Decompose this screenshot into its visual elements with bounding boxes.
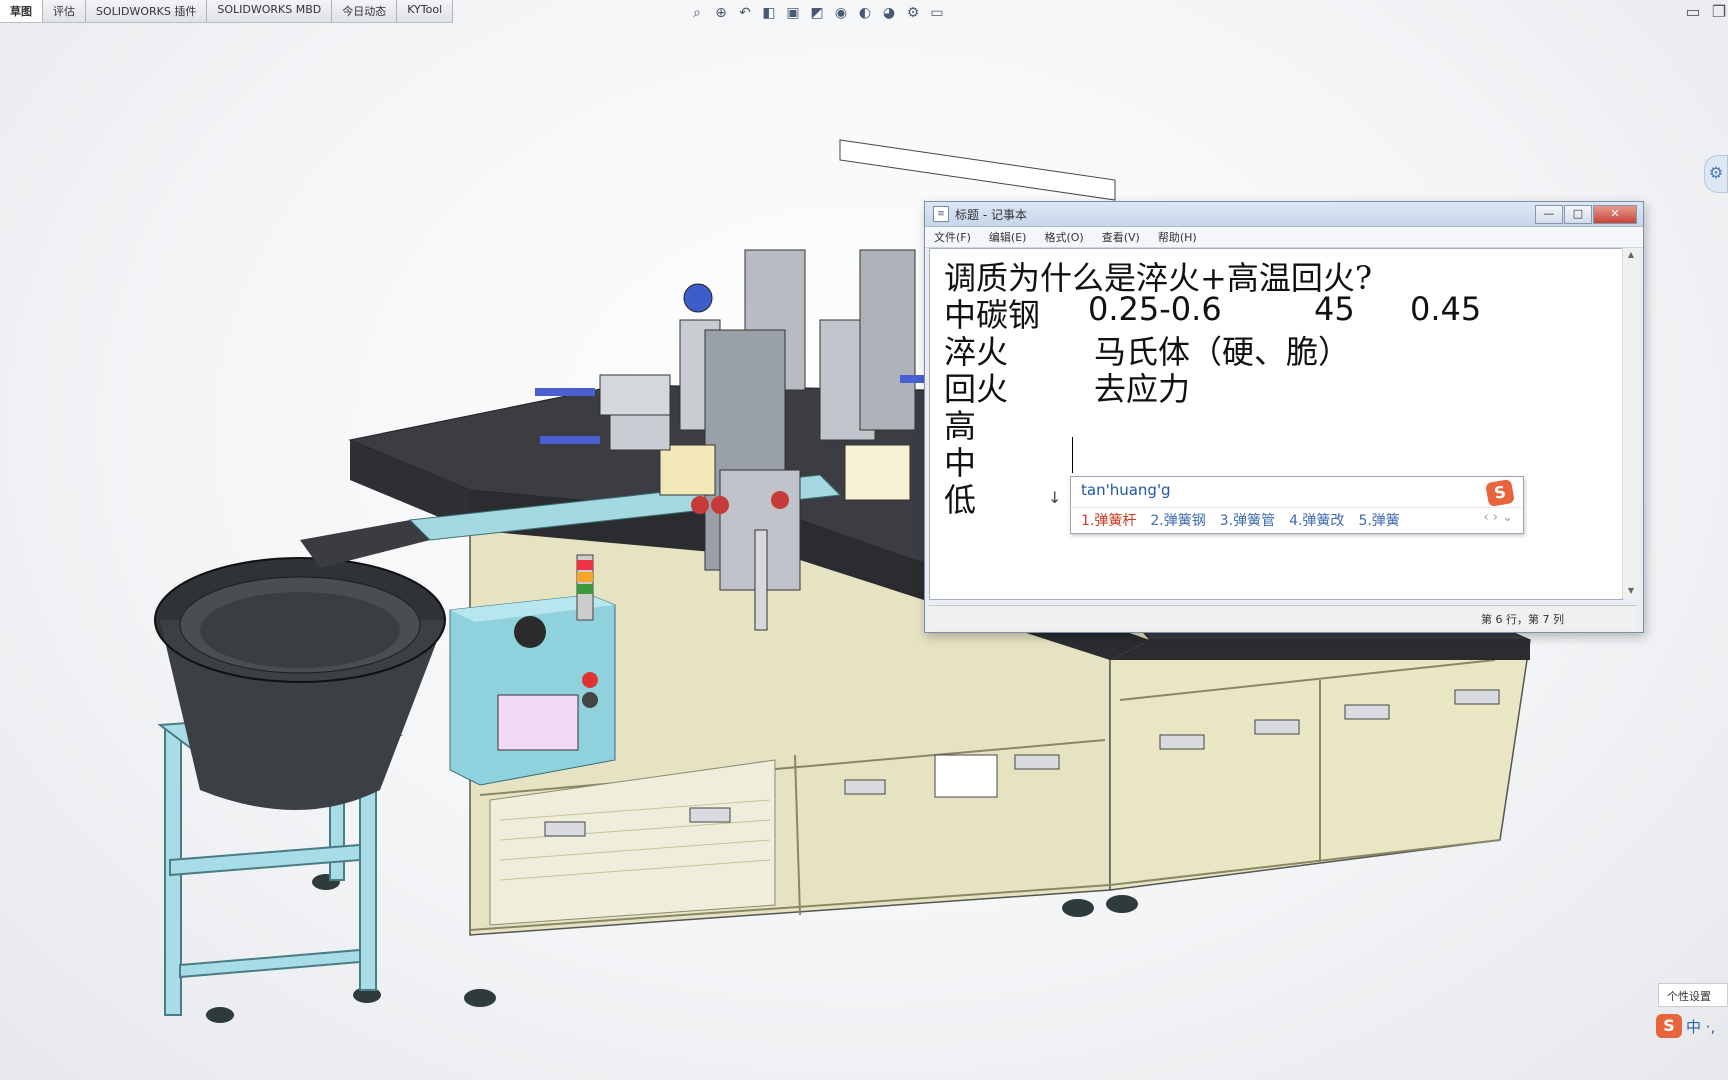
minimize-button[interactable]: — (1535, 204, 1563, 224)
cursor-position: 第 6 行，第 7 列 (1481, 613, 1564, 626)
menu-help[interactable]: 帮助(H) (1149, 229, 1206, 245)
close-button[interactable]: ✕ (1593, 204, 1637, 224)
text-line-2-col3: 45 (1314, 290, 1355, 328)
maximize-button[interactable]: □ (1564, 204, 1592, 224)
notepad-text-area[interactable]: 调质为什么是淬火+高温回火? 中碳钢 0.25-0.6 45 0.45 淬火 马… (929, 248, 1623, 600)
notepad-title-bar[interactable]: ≡ 标题 - 记事本 — □ ✕ (925, 202, 1643, 227)
ime-candidate[interactable]: 1.弹簧杆 (1081, 510, 1136, 530)
text-line-4-col2: 去应力 (1094, 370, 1191, 408)
sogou-logo-icon[interactable]: S (1485, 478, 1515, 508)
status-bar: 第 6 行，第 7 列 (929, 605, 1637, 630)
ime-candidate-list: 1.弹簧杆 2.弹簧钢 3.弹簧管 4.弹簧改 5.弹簧 (1081, 510, 1400, 530)
notepad-menu-bar: 文件(F) 编辑(E) 格式(O) 查看(V) 帮助(H) (925, 227, 1643, 248)
sogou-tray-icon[interactable]: S (1656, 1014, 1682, 1038)
notepad-title: 标题 - 记事本 (955, 207, 1027, 222)
ime-candidate[interactable]: 3.弹簧管 (1220, 510, 1275, 530)
menu-edit[interactable]: 编辑(E) (980, 229, 1036, 245)
menu-format[interactable]: 格式(O) (1035, 229, 1092, 245)
menu-file[interactable]: 文件(F) (925, 229, 980, 245)
text-line-2-col2: 0.25-0.6 (1088, 290, 1222, 328)
ime-pointer-icon: ↓ (1048, 488, 1062, 507)
ime-candidate[interactable]: 5.弹簧 (1358, 510, 1399, 530)
notepad-app-icon: ≡ (933, 206, 949, 222)
ime-pinyin-input: tan'huang'g (1081, 481, 1171, 499)
scroll-down-arrow-icon[interactable]: ▼ (1623, 584, 1639, 598)
ime-candidate[interactable]: 2.弹簧钢 (1150, 510, 1205, 530)
scroll-up-arrow-icon[interactable]: ▲ (1623, 248, 1639, 262)
ime-mode-indicator[interactable]: 中 ·, (1686, 1016, 1715, 1037)
ime-candidate-window[interactable]: tan'huang'g S 1.弹簧杆 2.弹簧钢 3.弹簧管 4.弹簧改 5.… (1070, 476, 1524, 534)
ime-candidate[interactable]: 4.弹簧改 (1289, 510, 1344, 530)
text-caret (1072, 437, 1073, 473)
text-line-7: 低 (944, 481, 977, 519)
ime-tooltip: 个性设置 (1658, 983, 1728, 1007)
ime-page-nav[interactable]: ‹ › ⌄ (1483, 510, 1513, 525)
ime-divider (1071, 507, 1523, 508)
notepad-window[interactable]: ≡ 标题 - 记事本 — □ ✕ 文件(F) 编辑(E) 格式(O) 查看(V)… (924, 201, 1644, 633)
menu-view[interactable]: 查看(V) (1093, 229, 1149, 245)
vertical-scrollbar[interactable]: ▲ ▼ (1622, 248, 1639, 598)
text-line-2-col4: 0.45 (1410, 290, 1482, 328)
ime-status-bar[interactable]: S 中 ·, (1656, 1014, 1715, 1038)
